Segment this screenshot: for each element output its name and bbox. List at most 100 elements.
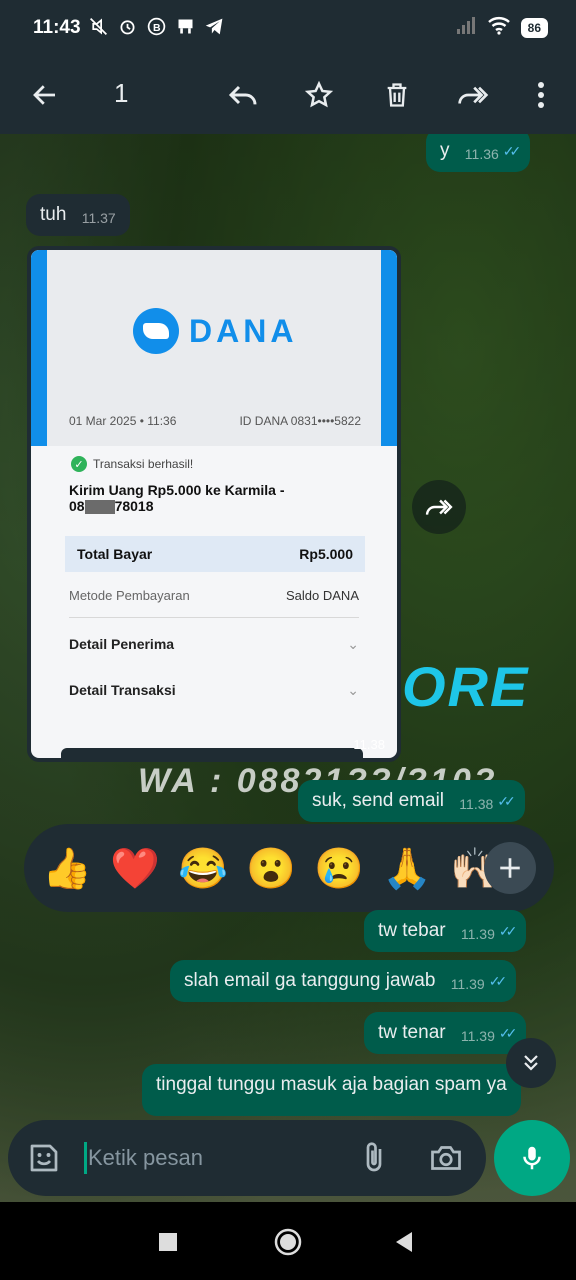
message-text: tinggal tunggu masuk aja bagian spam ya <box>156 1074 507 1095</box>
receipt-status: ✓ Transaksi berhasil! <box>71 456 193 472</box>
message-bubble-outgoing[interactable]: suk, send email 11.38 ✓✓ <box>298 780 525 822</box>
read-ticks-icon: ✓✓ <box>498 1025 518 1041</box>
scroll-to-bottom-button[interactable] <box>506 1038 556 1088</box>
receipt-id: ID DANA 0831••••5822 <box>239 414 361 428</box>
trash-icon <box>387 83 407 107</box>
message-text: tuh <box>40 204 67 225</box>
receipt-date: 01 Mar 2025 • 11:36 <box>69 414 177 428</box>
quick-forward-button[interactable] <box>412 480 466 534</box>
microphone-icon <box>523 1146 541 1170</box>
selection-toolbar: 1 <box>0 56 576 134</box>
message-time: 11.38 <box>459 796 494 812</box>
mute-icon <box>88 16 109 37</box>
status-bar: 11:43 B 86 <box>0 0 576 56</box>
image-message[interactable]: DANA 01 Mar 2025 • 11:36 ID DANA 0831•••… <box>27 246 401 762</box>
redaction-block <box>84 500 115 515</box>
message-bubble-outgoing[interactable]: tinggal tunggu masuk aja bagian spam ya <box>142 1064 521 1116</box>
home-button[interactable] <box>270 1224 306 1260</box>
double-chevron-down-icon <box>524 1055 538 1071</box>
b-app-icon: B <box>146 16 167 37</box>
receipt-detail-transaction: Detail Transaksi ⌄ <box>69 682 359 698</box>
paperclip-icon <box>366 1142 382 1172</box>
message-time: 11.36 <box>464 146 499 162</box>
delete-button[interactable] <box>372 70 422 120</box>
message-text: tw tenar <box>378 1022 446 1043</box>
receipt-title: Kirim Uang Rp5.000 ke Karmila - 08 78018 <box>69 482 285 515</box>
read-ticks-icon: ✓✓ <box>498 923 518 939</box>
check-circle-icon: ✓ <box>71 456 87 472</box>
back-button[interactable] <box>20 70 70 120</box>
message-bubble-incoming[interactable]: tuh 11.37 <box>26 194 130 236</box>
sticker-button[interactable] <box>26 1140 62 1176</box>
more-options-button[interactable] <box>516 70 566 120</box>
status-right: 86 <box>455 15 548 40</box>
message-time: 11.39 <box>460 1028 495 1044</box>
reaction-picker: 👍 ❤️ 😂 😮 😢 🙏 🙌🏻 <box>24 824 554 912</box>
reaction-surprised[interactable]: 😮 <box>246 845 296 892</box>
message-text: y <box>440 140 450 161</box>
receipt-total: Total Bayar Rp5.000 <box>65 536 365 572</box>
read-ticks-icon: ✓✓ <box>488 973 508 989</box>
chevron-down-icon: ⌄ <box>347 636 359 652</box>
reaction-laugh[interactable]: 😂 <box>178 845 228 892</box>
message-bubble-outgoing[interactable]: y 11.36 ✓✓ <box>426 134 531 172</box>
reply-icon <box>228 85 257 105</box>
dana-logo: DANA <box>133 308 297 354</box>
reaction-heart[interactable]: ❤️ <box>110 845 160 892</box>
chat-area[interactable]: ORE WA : 08821??/?10? y 11.36✓✓ tuh 11.3… <box>0 134 576 1202</box>
message-text: tw tebar <box>378 920 446 941</box>
reaction-sad[interactable]: 😢 <box>314 845 364 892</box>
store-icon <box>175 16 196 37</box>
message-input[interactable] <box>88 1136 338 1180</box>
telegram-icon <box>204 16 225 37</box>
recents-button[interactable] <box>150 1224 186 1260</box>
circle-home-icon <box>274 1228 302 1256</box>
more-vert-icon <box>538 82 544 108</box>
wallpaper-text-ore: ORE <box>402 655 530 718</box>
star-button[interactable] <box>294 70 344 120</box>
forward-icon <box>458 86 489 104</box>
status-time: 11:43 <box>33 17 81 38</box>
plus-icon <box>500 858 520 878</box>
wifi-icon <box>487 15 511 40</box>
nav-back-button[interactable] <box>386 1224 422 1260</box>
forward-button[interactable] <box>448 70 498 120</box>
message-time: 11.39 <box>450 976 485 992</box>
signal-icon <box>455 15 477 40</box>
sticker-icon <box>30 1144 58 1172</box>
text-cursor <box>84 1142 87 1174</box>
message-bubble-outgoing[interactable]: tw tenar 11.39 ✓✓ <box>364 1012 527 1054</box>
reaction-pray[interactable]: 🙏 <box>382 845 432 892</box>
message-time: 11.37 <box>81 210 116 226</box>
alarm-icon <box>117 16 138 37</box>
triangle-back-icon <box>396 1232 412 1252</box>
message-composer <box>8 1120 486 1196</box>
arrow-left-icon <box>33 85 55 105</box>
system-nav-bar <box>0 1202 576 1280</box>
read-ticks-icon: ✓✓ <box>502 143 522 159</box>
reaction-thumbs-up[interactable]: 👍 <box>42 845 92 892</box>
message-text: slah email ga tanggung jawab <box>184 970 436 991</box>
star-icon <box>304 80 334 108</box>
message-time: 11.39 <box>460 926 495 942</box>
camera-icon <box>431 1146 461 1170</box>
message-text: suk, send email <box>312 790 445 811</box>
battery-indicator: 86 <box>520 17 548 38</box>
image-time: 11.38 <box>353 737 385 752</box>
receipt-payment-method: Metode Pembayaran Saldo DANA <box>69 588 359 603</box>
camera-button[interactable] <box>428 1140 464 1176</box>
square-icon <box>159 1233 177 1251</box>
dana-receipt-image[interactable]: DANA 01 Mar 2025 • 11:36 ID DANA 0831•••… <box>31 250 397 758</box>
reply-button[interactable] <box>218 70 268 120</box>
read-ticks-icon: ✓✓ <box>497 793 516 809</box>
svg-text:B: B <box>153 22 161 34</box>
forward-icon <box>425 499 453 515</box>
voice-record-button[interactable] <box>494 1120 570 1196</box>
chevron-down-icon: ⌄ <box>347 682 359 698</box>
attach-button[interactable] <box>356 1140 392 1176</box>
selected-count: 1 <box>114 78 129 108</box>
message-bubble-outgoing[interactable]: slah email ga tanggung jawab 11.39 ✓✓ <box>170 960 517 1002</box>
dana-logo-icon <box>133 308 179 354</box>
more-reactions-button[interactable] <box>484 842 536 894</box>
message-bubble-outgoing[interactable]: tw tebar 11.39 ✓✓ <box>364 910 527 952</box>
